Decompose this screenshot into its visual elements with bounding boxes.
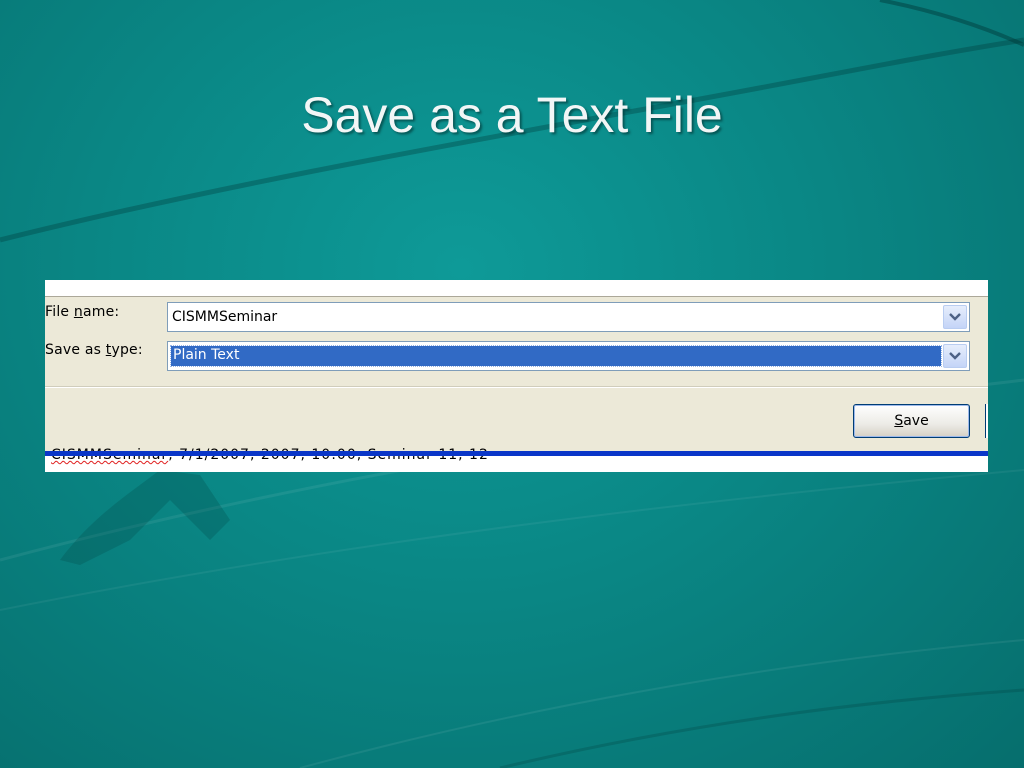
save-as-type-label: Save as type:	[45, 342, 143, 358]
dialog-separator	[45, 386, 988, 388]
document-title-bar	[45, 451, 988, 456]
save-as-type-selected: Plain Text	[170, 345, 942, 367]
chevron-down-icon	[949, 313, 961, 321]
file-name-dropdown-button[interactable]	[943, 305, 967, 329]
chevron-down-icon	[949, 352, 961, 360]
file-name-input[interactable]: CISMMSeminar	[167, 302, 970, 332]
file-name-label: File name:	[45, 304, 120, 320]
cancel-button-edge[interactable]	[985, 404, 988, 438]
file-name-value: CISMMSeminar	[172, 309, 278, 325]
document-strip: CISMMSeminar, 7/1/2007, 2007, 10:00, Sem…	[45, 447, 988, 472]
save-dialog-screenshot: File name: CISMMSeminar Save as type: Pl…	[45, 280, 988, 472]
file-list-area	[45, 280, 988, 297]
save-as-type-dropdown-button[interactable]	[943, 344, 967, 368]
slide-title: Save as a Text File	[301, 87, 723, 143]
save-button[interactable]: Save	[853, 404, 970, 438]
save-as-type-select[interactable]: Plain Text	[167, 341, 970, 371]
